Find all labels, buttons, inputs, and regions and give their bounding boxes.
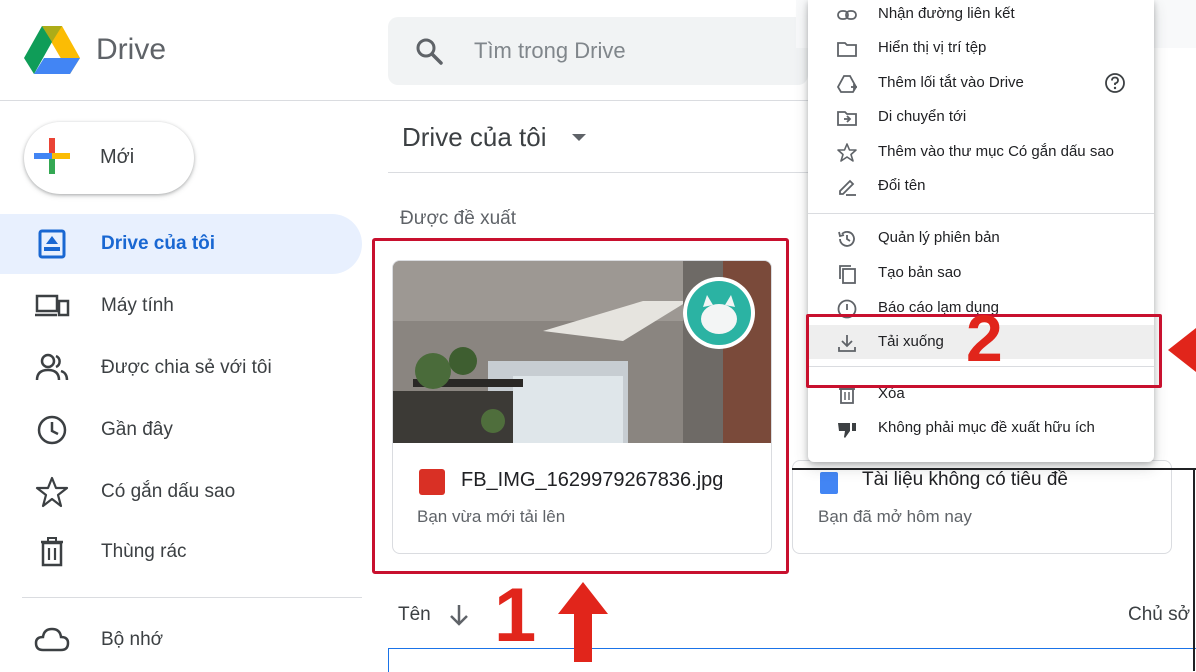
sidebar-item-label: Bộ nhớ: [101, 629, 164, 650]
menu-item-label: Hiển thị vị trí tệp: [878, 39, 987, 56]
copy-icon: [839, 265, 856, 284]
drive-logo: [24, 26, 80, 74]
menu-item-label: Đổi tên: [878, 177, 926, 194]
search-input[interactable]: Tìm trong Drive: [474, 38, 626, 64]
sidebar-divider: [22, 597, 362, 598]
menu-item-add-shortcut[interactable]: Thêm lối tắt vào Drive: [808, 66, 1154, 100]
search-icon[interactable]: [414, 36, 444, 66]
link-icon: [837, 10, 857, 20]
frame-line: [792, 468, 1196, 470]
cloud-icon: [34, 627, 70, 652]
annotation-arrow-left: [1168, 328, 1196, 372]
sidebar-item-storage[interactable]: Bộ nhớ: [0, 610, 360, 670]
menu-item-get-link[interactable]: Nhận đường liên kết: [808, 0, 1154, 31]
menu-item-label: Di chuyển tới: [878, 108, 967, 125]
menu-item-label: Tạo bản sao: [878, 264, 962, 281]
sidebar-item-computers[interactable]: Máy tính: [0, 276, 360, 336]
menu-item-label: Thêm vào thư mục Có gắn dấu sao: [878, 143, 1115, 160]
thumbs-down-icon: [838, 423, 856, 438]
header-divider: [0, 100, 820, 101]
annotation-number-1: 1: [494, 573, 537, 658]
recent-clock-icon: [37, 415, 67, 445]
sort-owner-header[interactable]: Chủ sở: [1128, 604, 1190, 626]
menu-item-manage-versions[interactable]: Quản lý phiên bản: [808, 221, 1154, 255]
sidebar-item-label: Thùng rác: [101, 541, 187, 562]
annotation-arrow-up: [558, 582, 608, 662]
suggested-heading: Được đề xuất: [400, 208, 517, 229]
page-title[interactable]: Drive của tôi: [402, 122, 547, 153]
sidebar-item-label: Có gắn dấu sao: [101, 481, 236, 502]
menu-separator: [808, 213, 1154, 214]
chevron-down-icon[interactable]: [572, 134, 586, 141]
new-button-label: Mới: [100, 146, 135, 168]
folder-icon: [837, 42, 857, 57]
move-to-icon: [837, 111, 857, 126]
add-shortcut-icon: [836, 75, 858, 93]
menu-item-label: Nhận đường liên kết: [878, 5, 1015, 22]
sidebar-item-trash[interactable]: Thùng rác: [0, 522, 360, 582]
arrow-down-icon[interactable]: [448, 602, 470, 628]
doc-title: Tài liệu không có tiêu đề: [862, 469, 1068, 490]
main-divider: [388, 172, 818, 173]
help-icon[interactable]: [1104, 72, 1126, 94]
sidebar-item-recent[interactable]: Gần đây: [0, 400, 360, 460]
plus-icon: [34, 138, 70, 174]
menu-item-label: Thêm lối tắt vào Drive: [878, 74, 1024, 91]
menu-item-move-to[interactable]: Di chuyển tới: [808, 100, 1154, 134]
sidebar-item-my-drive[interactable]: Drive của tôi: [0, 214, 360, 274]
my-drive-icon: [38, 229, 66, 259]
annotation-number-2: 2: [966, 301, 1003, 375]
rename-pencil-icon: [839, 179, 856, 196]
menu-item-not-helpful[interactable]: Không phải mục đề xuất hữu ích: [808, 411, 1154, 445]
computer-icon: [35, 294, 70, 317]
sidebar-item-label: Được chia sẻ với tôi: [101, 357, 272, 378]
annotation-highlight-box-1: [372, 238, 789, 574]
star-icon: [35, 476, 69, 508]
sidebar-item-shared[interactable]: Được chia sẻ với tôi: [0, 338, 360, 398]
sidebar-item-label: Gần đây: [101, 419, 173, 440]
frame-line: [1193, 468, 1195, 671]
menu-item-label: Quản lý phiên bản: [878, 229, 1000, 246]
sort-name-header[interactable]: Tên: [398, 604, 431, 626]
sidebar-item-starred[interactable]: Có gắn dấu sao: [0, 462, 360, 522]
trash-icon: [41, 537, 63, 567]
doc-subtitle: Bạn đã mở hôm nay: [818, 507, 972, 526]
sidebar-item-label: Máy tính: [101, 295, 174, 316]
menu-item-rename[interactable]: Đổi tên: [808, 169, 1154, 203]
menu-item-label: Không phải mục đề xuất hữu ích: [878, 419, 1095, 436]
sidebar-item-label: Drive của tôi: [101, 233, 216, 254]
shared-icon: [35, 353, 69, 381]
menu-item-make-copy[interactable]: Tạo bản sao: [808, 256, 1154, 290]
app-name: Drive: [96, 33, 167, 66]
star-icon: [837, 143, 857, 162]
version-history-icon: [838, 231, 855, 247]
menu-item-add-to-starred[interactable]: Thêm vào thư mục Có gắn dấu sao: [808, 135, 1154, 169]
menu-item-show-location[interactable]: Hiển thị vị trí tệp: [808, 31, 1154, 65]
context-menu: Nhận đường liên kết Hiển thị vị trí tệp …: [808, 0, 1154, 462]
docs-icon: [820, 472, 838, 494]
